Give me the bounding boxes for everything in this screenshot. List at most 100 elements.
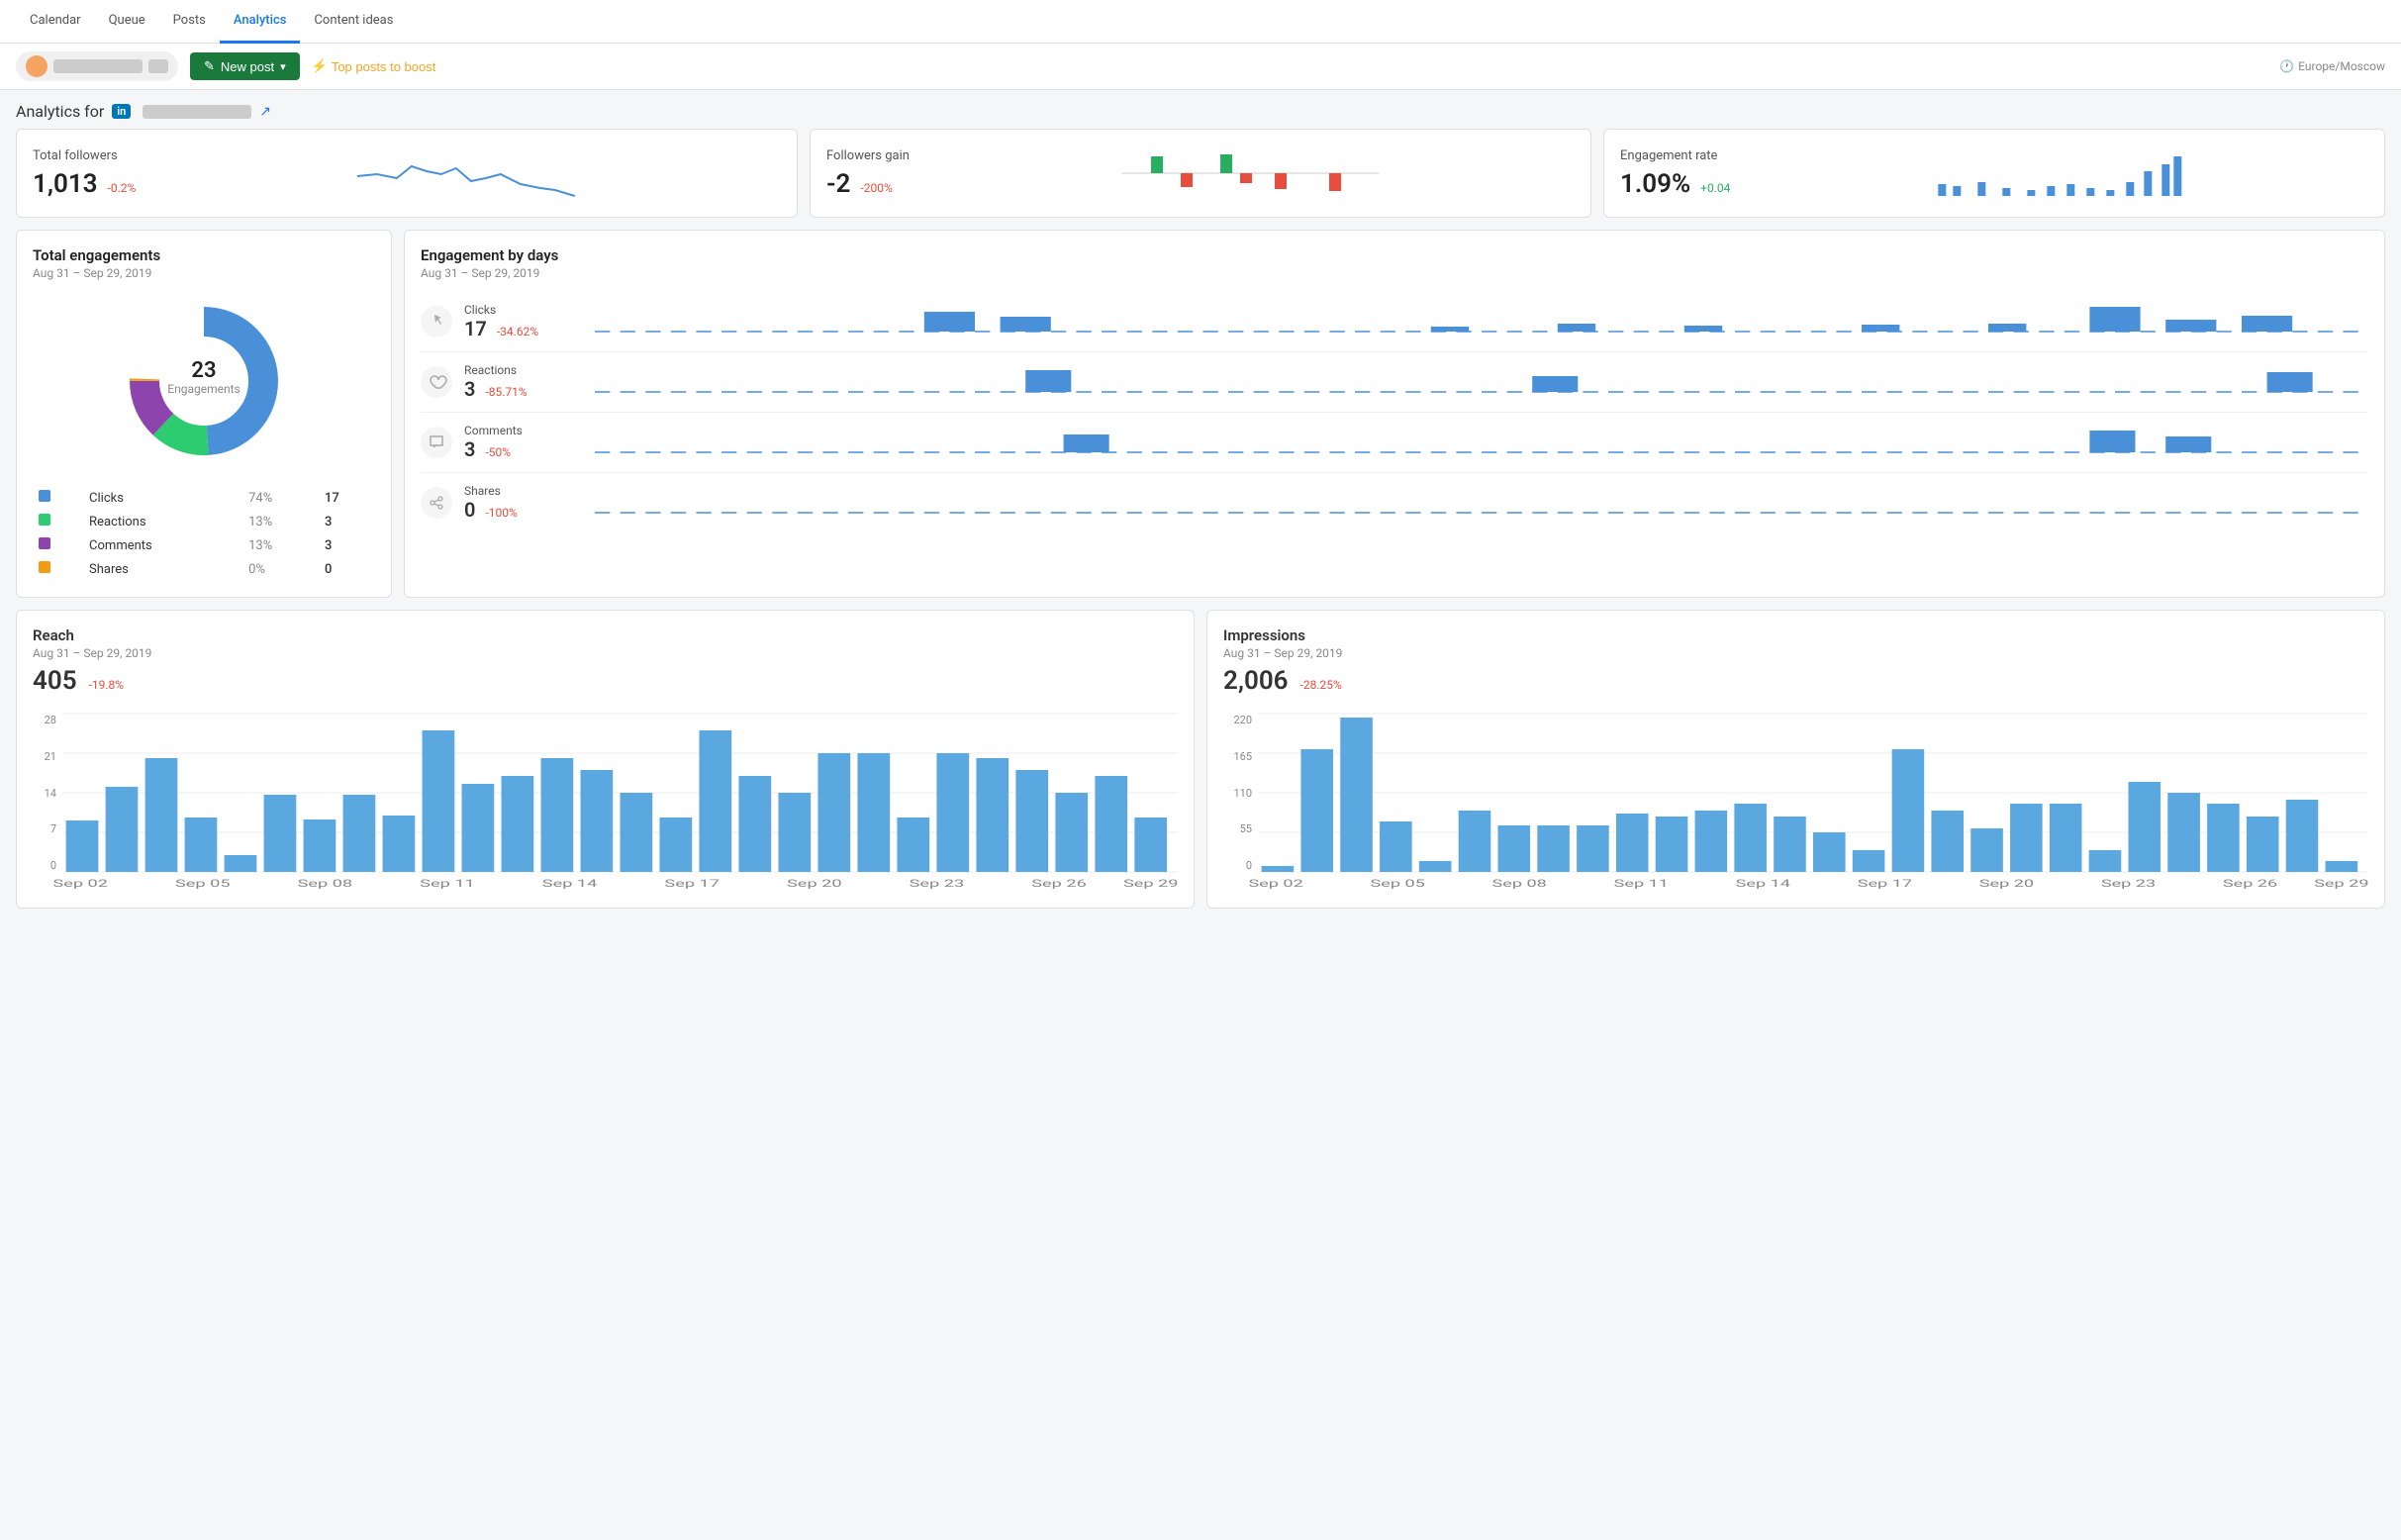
plus-icon: ✎ [204,58,215,74]
svg-text:Sep 02: Sep 02 [52,877,108,889]
svg-text:Sep 08: Sep 08 [1492,877,1547,889]
impressions-value: 2,006 [1223,666,1289,696]
engagement-rate-card: Engagement rate 1.09% +0.04 [1603,129,2385,218]
tab-queue[interactable]: Queue [95,0,159,44]
engagement-rate-change: +0.04 [1700,181,1730,195]
impressions-subtitle: Aug 31 – Sep 29, 2019 [1223,646,2368,660]
followers-gain-label: Followers gain [826,148,910,163]
total-engagements-subtitle: Aug 31 – Sep 29, 2019 [33,266,375,280]
engagement-by-days-card: Engagement by days Aug 31 – Sep 29, 2019… [404,230,2385,598]
shares-label: Shares [464,484,583,498]
account-extra [148,59,168,73]
followers-gain-card: Followers gain -2 -200% [810,129,1591,218]
total-followers-value: 1,013 [33,169,98,199]
middle-section: Total engagements Aug 31 – Sep 29, 2019 … [0,230,2401,610]
legend-shares-label: Shares [83,557,242,581]
svg-text:Sep 02: Sep 02 [1248,877,1302,889]
legend-clicks: Clicks 74% 17 [33,486,375,510]
clicks-change: -34.62% [497,325,538,338]
clicks-metric: Clicks 17 -34.62% [464,303,583,340]
reach-y4: 28 [45,714,56,726]
reactions-value: 3 [464,377,475,401]
reactions-bars [595,362,2368,402]
reactions-change: -85.71% [485,385,527,399]
svg-text:Sep 29: Sep 29 [1123,877,1179,889]
imp-y4: 220 [1233,714,1252,726]
analytics-prefix: Analytics for [16,102,104,121]
bottom-section: Reach Aug 31 – Sep 29, 2019 405 -19.8% 2… [0,610,2401,924]
legend-clicks-val: 17 [319,486,375,510]
total-followers-label: Total followers [33,148,136,163]
total-followers-card: Total followers 1,013 -0.2% [16,129,798,218]
svg-text:Sep 26: Sep 26 [2223,877,2277,889]
impressions-chart-container: 220 165 110 55 0 [1223,714,2368,892]
imp-y2: 110 [1233,787,1252,800]
comments-change: -50% [485,445,511,459]
total-engagements-title: Total engagements [33,246,375,264]
total-followers-change: -0.2% [108,181,137,195]
svg-text:Sep 26: Sep 26 [1031,877,1087,889]
legend-reactions: Reactions 13% 3 [33,510,375,533]
imp-y3: 165 [1233,750,1252,763]
reactions-icon [421,366,452,398]
reach-subtitle: Aug 31 – Sep 29, 2019 [33,646,1178,660]
external-link-icon[interactable]: ↗ [259,104,271,120]
followers-gain-change: -200% [860,181,892,195]
top-stats-row: Total followers 1,013 -0.2% Followers ga… [0,129,2401,230]
tab-analytics[interactable]: Analytics [220,0,301,44]
legend-comments: Comments 13% 3 [33,533,375,557]
top-navigation: Calendar Queue Posts Analytics Content i… [0,0,2401,44]
eng-row-shares: Shares 0 -100% [421,473,2368,532]
avatar [26,55,48,77]
timezone-display: 🕐 Europe/Moscow [2279,59,2385,73]
legend-shares: Shares 0% 0 [33,557,375,581]
total-engagements-card: Total engagements Aug 31 – Sep 29, 2019 … [16,230,392,598]
new-post-button[interactable]: ✎ New post ▾ [190,52,300,80]
followers-gain-chart [925,146,1575,201]
eng-row-comments: Comments 3 -50% [421,413,2368,473]
legend-reactions-val: 3 [319,510,375,533]
tab-calendar[interactable]: Calendar [16,0,95,44]
toolbar: ✎ New post ▾ ⚡ Top posts to boost 🕐 Euro… [0,44,2401,90]
tab-posts[interactable]: Posts [159,0,220,44]
engagement-rate-info: Engagement rate 1.09% +0.04 [1620,148,1730,199]
eng-row-reactions: Reactions 3 -85.71% [421,352,2368,413]
comments-label: Comments [464,424,583,437]
reach-value: 405 [33,666,77,696]
total-followers-chart [151,146,781,201]
comments-value: 3 [464,437,475,461]
boost-label: Top posts to boost [332,59,436,74]
engagement-rate-value: 1.09% [1620,169,1690,199]
legend-reactions-pct: 13% [242,510,319,533]
clicks-icon [421,306,452,337]
engagements-legend: Clicks 74% 17 Reactions 13% 3 Comments 1… [33,486,375,581]
svg-text:Sep 23: Sep 23 [2101,877,2156,889]
svg-text:Sep 08: Sep 08 [298,877,353,889]
reach-y2: 14 [45,787,56,800]
impressions-card: Impressions Aug 31 – Sep 29, 2019 2,006 … [1206,610,2385,909]
svg-text:Sep 17: Sep 17 [1858,877,1912,889]
top-posts-boost-button[interactable]: ⚡ Top posts to boost [312,58,436,74]
eng-days-subtitle: Aug 31 – Sep 29, 2019 [421,266,2368,280]
timezone-text: Europe/Moscow [2298,59,2385,73]
reactions-metric: Reactions 3 -85.71% [464,363,583,401]
svg-text:Engagements: Engagements [167,382,240,396]
svg-text:Sep 14: Sep 14 [1736,877,1790,889]
donut-chart: 23 Engagements [33,292,375,470]
imp-y1: 55 [1240,822,1252,835]
svg-text:Sep 20: Sep 20 [787,877,842,889]
svg-text:Sep 11: Sep 11 [1614,877,1669,889]
shares-change: -100% [485,506,517,520]
reach-card: Reach Aug 31 – Sep 29, 2019 405 -19.8% 2… [16,610,1195,909]
impressions-change: -28.25% [1300,678,1342,692]
svg-text:23: 23 [191,358,216,383]
page-header: Analytics for in ↗ [0,90,2401,129]
svg-text:Sep 17: Sep 17 [664,877,720,889]
tab-content-ideas[interactable]: Content ideas [300,0,407,44]
legend-clicks-label: Clicks [83,486,242,510]
account-name [53,59,143,73]
boost-icon: ⚡ [312,58,328,74]
profile-name-blurred [143,105,251,119]
svg-text:Sep 29: Sep 29 [2314,877,2368,889]
reach-y0: 0 [50,859,56,872]
